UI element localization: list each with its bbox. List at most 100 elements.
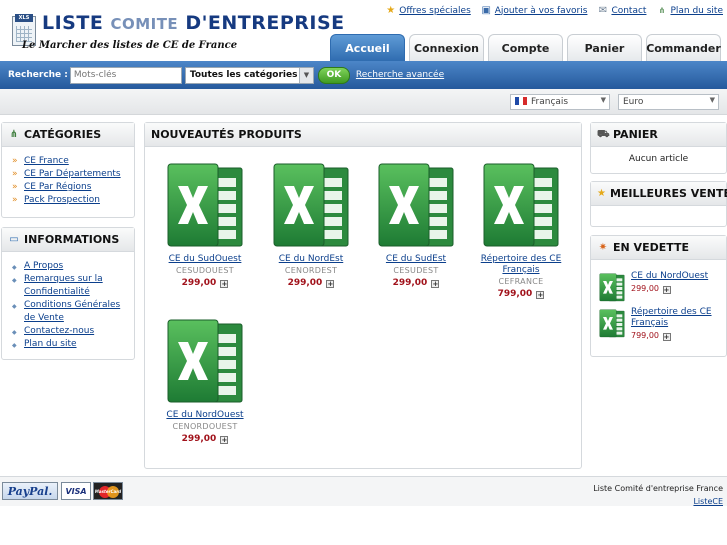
cart-empty-text: Aucun article: [628, 154, 689, 164]
new-products-header: NOUVEAUTÉS PRODUITS: [145, 123, 581, 147]
price-value: 799,00: [631, 331, 659, 340]
excel-icon[interactable]: [482, 162, 560, 248]
product-card[interactable]: CE du SudEst CESUDEST 299,00 +: [366, 162, 466, 288]
category-select-value: Toutes les catégories: [189, 69, 298, 80]
excel-icon[interactable]: [377, 162, 455, 248]
excel-icon[interactable]: [272, 162, 350, 248]
featured-price: 299,00 +: [631, 283, 727, 294]
mail-icon: ✉: [598, 5, 608, 16]
book-icon: ▭: [9, 233, 19, 245]
price-value: 299,00: [287, 278, 323, 288]
category-link[interactable]: CE France: [24, 156, 69, 166]
info-link[interactable]: Contactez-nous: [24, 326, 94, 336]
price-value: 299,00: [631, 284, 659, 293]
mastercard-logo: MasterCard: [93, 482, 123, 500]
add-to-cart-icon[interactable]: +: [326, 280, 335, 288]
add-to-cart-icon[interactable]: +: [662, 333, 671, 341]
categories-box: ⋔ CATÉGORIES CE France CE Par Départemen…: [1, 122, 135, 218]
main-tabs: Accueil Connexion Compte Panier Commande…: [330, 34, 721, 61]
contact-link[interactable]: Contact: [611, 6, 646, 16]
list-item: Pack Prospection: [12, 194, 128, 207]
special-offers-link-wrap: ★ Offres spéciales: [385, 5, 471, 16]
product-code: CENORDEST: [284, 266, 338, 275]
product-name[interactable]: Répertoire des CE Français: [471, 254, 571, 276]
logo-title: LISTE COMITE D'ENTREPRISE: [42, 12, 345, 34]
chevron-down-icon: ▼: [600, 96, 606, 104]
category-link[interactable]: Pack Prospection: [24, 195, 100, 205]
info-link[interactable]: Plan du site: [24, 339, 77, 349]
search-bar: Recherche : Toutes les catégories ▼ OK R…: [0, 61, 727, 89]
logo-title-part: D'ENTREPRISE: [185, 12, 345, 34]
search-ok-button[interactable]: OK: [317, 66, 350, 84]
search-input[interactable]: [69, 66, 182, 84]
product-name[interactable]: CE du SudOuest: [155, 254, 255, 265]
special-offers-link[interactable]: Offres spéciales: [399, 6, 471, 16]
list-item: CE Par Départements: [12, 168, 128, 181]
product-price: 299,00 +: [155, 278, 255, 288]
product-card[interactable]: Répertoire des CE Français CEFRANCE 799,…: [471, 162, 571, 299]
site-logo[interactable]: XLS LISTE COMITE D'ENTREPRISE Le Marcher…: [12, 12, 344, 58]
info-link[interactable]: Remarques sur la Confidentialité: [24, 274, 103, 297]
product-name[interactable]: CE du NordOuest: [155, 410, 255, 421]
featured-item[interactable]: CE du NordOuest 299,00 +: [599, 271, 727, 311]
tab-checkout[interactable]: Commander: [646, 34, 721, 61]
list-item: Contactez-nous: [12, 325, 128, 339]
page: XLS LISTE COMITE D'ENTREPRISE Le Marcher…: [0, 0, 727, 545]
product-price: 299,00 +: [155, 434, 255, 444]
informations-title: INFORMATIONS: [24, 233, 120, 246]
list-item: Remarques sur la Confidentialité: [12, 273, 128, 299]
add-to-cart-icon[interactable]: +: [431, 280, 440, 288]
currency-value: Euro: [623, 97, 644, 107]
add-to-cart-icon[interactable]: +: [536, 291, 545, 299]
category-select[interactable]: Toutes les catégories ▼: [184, 66, 314, 84]
cart-title: PANIER: [613, 128, 658, 141]
product-card[interactable]: CE du NordOuest CENORDOUEST 299,00 +: [155, 318, 255, 444]
add-to-cart-icon[interactable]: +: [662, 286, 671, 294]
add-favorites-link[interactable]: Ajouter à vos favoris: [495, 6, 588, 16]
product-name[interactable]: CE du NordEst: [261, 254, 361, 265]
excel-icon[interactable]: [599, 273, 625, 302]
visa-logo: VISA: [61, 482, 91, 500]
chevron-down-icon: ▼: [709, 96, 715, 104]
mastercard-label: MasterCard: [94, 488, 122, 494]
product-code: CESUDOUEST: [176, 266, 234, 275]
price-value: 299,00: [181, 434, 217, 444]
product-name[interactable]: CE du SudEst: [366, 254, 466, 265]
excel-icon[interactable]: [599, 309, 625, 338]
tab-account[interactable]: Compte: [488, 34, 563, 61]
language-select[interactable]: Français ▼: [510, 94, 610, 110]
advanced-search-link[interactable]: Recherche avancée: [356, 70, 444, 80]
add-to-cart-icon[interactable]: +: [220, 436, 229, 444]
footer-link[interactable]: ListeCE: [693, 497, 723, 506]
top-links: ★ Offres spéciales ▣ Ajouter à vos favor…: [385, 5, 723, 16]
add-to-cart-icon[interactable]: +: [220, 280, 229, 288]
categories-list: CE France CE Par Départements CE Par Rég…: [2, 147, 134, 213]
product-card[interactable]: CE du NordEst CENORDEST 299,00 +: [261, 162, 361, 288]
featured-title: EN VEDETTE: [613, 241, 689, 254]
product-card[interactable]: CE du SudOuest CESUDOUEST 299,00 +: [155, 162, 255, 288]
category-link[interactable]: CE Par Départements: [24, 169, 121, 179]
sitemap-icon: ⋔: [658, 6, 666, 15]
excel-icon[interactable]: [166, 162, 244, 248]
visa-label: VISA: [65, 486, 87, 496]
excel-icon[interactable]: [166, 318, 244, 404]
tab-home[interactable]: Accueil: [330, 34, 405, 61]
categories-title: CATÉGORIES: [24, 128, 102, 141]
currency-select[interactable]: Euro ▼: [618, 94, 719, 110]
logo-subtitle: Le Marcher des listes de CE de France: [22, 40, 238, 51]
informations-list: A Propos Remarques sur la Confidentialit…: [2, 252, 134, 357]
category-link[interactable]: CE Par Régions: [24, 182, 91, 192]
chevron-down-icon: ▼: [298, 67, 313, 83]
sitemap-link[interactable]: Plan du site: [670, 6, 723, 16]
tab-cart[interactable]: Panier: [567, 34, 642, 61]
bestsellers-box: ★ MEILLEURES VENTES: [590, 181, 727, 227]
featured-name[interactable]: CE du NordOuest: [631, 271, 708, 281]
tab-login[interactable]: Connexion: [409, 34, 484, 61]
search-label: Recherche :: [8, 70, 68, 80]
featured-name[interactable]: Répertoire des CE Français: [631, 307, 712, 328]
info-link[interactable]: Conditions Générales de Vente: [24, 300, 120, 323]
product-code: CENORDOUEST: [172, 422, 238, 431]
featured-item[interactable]: Répertoire des CE Français 799,00 +: [599, 307, 727, 347]
info-link[interactable]: A Propos: [24, 261, 63, 271]
star-icon: ★: [597, 187, 606, 199]
